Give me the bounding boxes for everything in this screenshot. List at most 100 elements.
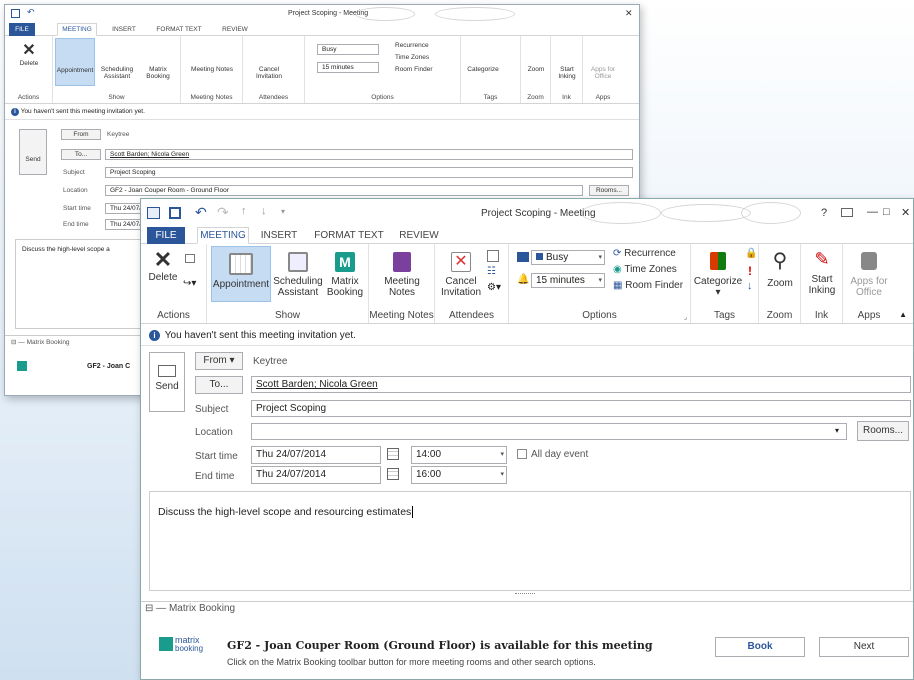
back-tab-insert[interactable]: INSERT [109,23,139,36]
matrix-booking-section-header[interactable]: ⊟ — Matrix Booking [145,603,235,614]
back-rooms-button[interactable]: Rooms... [589,185,629,196]
message-body[interactable]: Discuss the high-level scope and resourc… [149,491,911,591]
back-to-field[interactable]: Scott Barden; Nicola Green [105,149,633,160]
help-icon[interactable]: ? [821,207,827,219]
back-tab-meeting[interactable]: MEETING [57,23,97,36]
end-date-field[interactable]: Thu 24/07/2014 [251,466,381,484]
location-field[interactable] [251,423,847,440]
subject-field[interactable]: Project Scoping [251,400,911,417]
back-cancel-invitation-button[interactable]: Cancel Invitation [249,66,289,80]
show-as-select[interactable]: Busy ▾ [531,250,605,265]
meeting-notes-button[interactable]: Meeting Notes [375,248,429,298]
ignore-icon[interactable] [185,254,195,263]
splitter-grip[interactable] [515,593,535,595]
tab-format-text[interactable]: FORMAT TEXT [313,227,385,244]
back-time-zones-button[interactable]: Time Zones [395,54,429,61]
redo-icon[interactable]: ↷ [217,204,229,221]
low-importance-icon[interactable]: ↓ [747,280,753,292]
back-location-field[interactable]: GF2 - Joan Couper Room - Ground Floor [105,185,583,196]
back-reminder-select[interactable]: 15 minutes [317,62,379,73]
back-close-icon[interactable]: ✕ [625,8,633,19]
apps-for-office-button[interactable]: Apps for Office [847,248,891,298]
save-icon[interactable] [11,9,20,18]
time-zones-button[interactable]: ◉ Time Zones [613,264,677,275]
back-tab-review[interactable]: REVIEW [220,23,250,36]
end-date-calendar-icon[interactable] [387,468,399,480]
undo-icon[interactable]: ↶ [195,204,207,221]
options-launcher-icon[interactable]: ⌟ [684,313,687,321]
forward-icon[interactable]: ↪▾ [183,278,196,289]
zoom-button[interactable]: ⚲ Zoom [763,248,797,289]
rooms-button[interactable]: Rooms... [857,421,909,441]
scheduling-assistant-button[interactable]: Scheduling Assistant [273,248,323,298]
minimize-icon[interactable]: — [867,206,878,218]
back-subject-field[interactable]: Project Scoping [105,167,633,178]
end-time-label: End time [195,471,235,482]
recurrence-button[interactable]: ⟳ Recurrence [613,248,676,259]
back-to-button[interactable]: To... [61,149,101,160]
tab-meeting[interactable]: MEETING [197,227,249,244]
appointment-button[interactable]: Appointment [211,246,271,302]
back-delete-button[interactable]: ✕ Delete [9,42,49,67]
customize-icon[interactable]: ▾ [281,207,285,216]
back-matrix-booking-button[interactable]: Matrix Booking [139,66,177,80]
back-body-area[interactable]: Discuss the high-level scope a [15,239,145,329]
close-icon[interactable]: ✕ [901,206,910,219]
cancel-invitation-button[interactable]: ✕ Cancel Invitation [439,248,483,298]
save-icon[interactable] [169,207,181,219]
back-meeting-notes-button[interactable]: Meeting Notes [191,66,233,73]
start-inking-button[interactable]: ✎ Start Inking [805,248,839,296]
next-button[interactable]: Next [819,637,909,657]
end-time-field[interactable]: 16:00 ▾ [411,466,507,484]
response-options-icon[interactable]: ⚙▾ [487,282,501,293]
back-scheduling-button[interactable]: Scheduling Assistant [97,66,137,80]
up-arrow-icon[interactable]: ↑ [241,205,247,217]
collapse-ribbon-icon[interactable]: ▲ [899,310,907,319]
send-button[interactable]: Send [149,352,185,412]
back-end-date[interactable]: Thu 24/07/ [105,219,141,230]
back-appointment-button[interactable]: Appointment [55,38,95,86]
categorize-button[interactable]: Categorize ▾ [693,248,743,298]
back-from-button[interactable]: From [61,129,101,140]
tab-insert[interactable]: INSERT [259,227,299,244]
to-button[interactable]: To... [195,376,243,394]
check-names-icon[interactable]: ☷ [487,266,496,277]
back-tab-format-text[interactable]: FORMAT TEXT [153,23,205,36]
back-tabs: FILE MEETING INSERT FORMAT TEXT REVIEW [5,23,639,36]
back-categorize-button[interactable]: Categorize [463,66,503,73]
delete-button[interactable]: ✕ Delete [145,247,181,283]
maximize-icon[interactable]: □ [883,206,890,218]
back-start-date[interactable]: Thu 24/07/ [105,203,141,214]
back-mb-section: ⊟ — Matrix Booking [11,339,70,346]
high-importance-icon[interactable]: ! [748,264,752,278]
to-field[interactable]: Scott Barden; Nicola Green [251,376,911,393]
tab-file[interactable]: FILE [147,227,185,244]
back-apps-button[interactable]: Apps for Office [585,66,621,80]
all-day-checkbox[interactable] [517,449,527,459]
from-button[interactable]: From ▾ [195,352,243,370]
group-label-actions: Actions [157,310,190,321]
matrix-booking-button[interactable]: M Matrix Booking [325,248,365,298]
meeting-window: ↶ ↷ ↑ ↓ ▾ Project Scoping - Meeting ? — … [140,198,914,680]
back-zoom-button[interactable]: Zoom [523,66,549,73]
back-tab-file[interactable]: FILE [9,23,35,36]
reminder-select[interactable]: 15 minutes ▾ [531,273,605,288]
group-label-meeting-notes: Meeting Notes [369,310,434,321]
undo-icon[interactable]: ↶ [27,7,35,18]
start-date-calendar-icon[interactable] [387,448,399,460]
back-recurrence-button[interactable]: Recurrence [395,42,429,49]
start-date-field[interactable]: Thu 24/07/2014 [251,446,381,464]
down-arrow-icon[interactable]: ↓ [261,205,267,217]
private-lock-icon[interactable]: 🔒 [745,248,757,259]
restore-ribbon-icon[interactable] [841,208,853,217]
back-room-finder-button[interactable]: Room Finder [395,66,433,73]
location-dropdown-icon[interactable]: ▾ [835,426,839,435]
tab-review[interactable]: REVIEW [397,227,441,244]
book-button[interactable]: Book [715,637,805,657]
start-time-field[interactable]: 14:00 ▾ [411,446,507,464]
back-start-inking-button[interactable]: Start Inking [553,66,581,80]
room-finder-button[interactable]: ▦ Room Finder [613,280,683,291]
back-send-button[interactable]: Send [19,129,47,175]
address-book-icon[interactable] [487,250,499,262]
back-show-as-select[interactable]: Busy [317,44,379,55]
